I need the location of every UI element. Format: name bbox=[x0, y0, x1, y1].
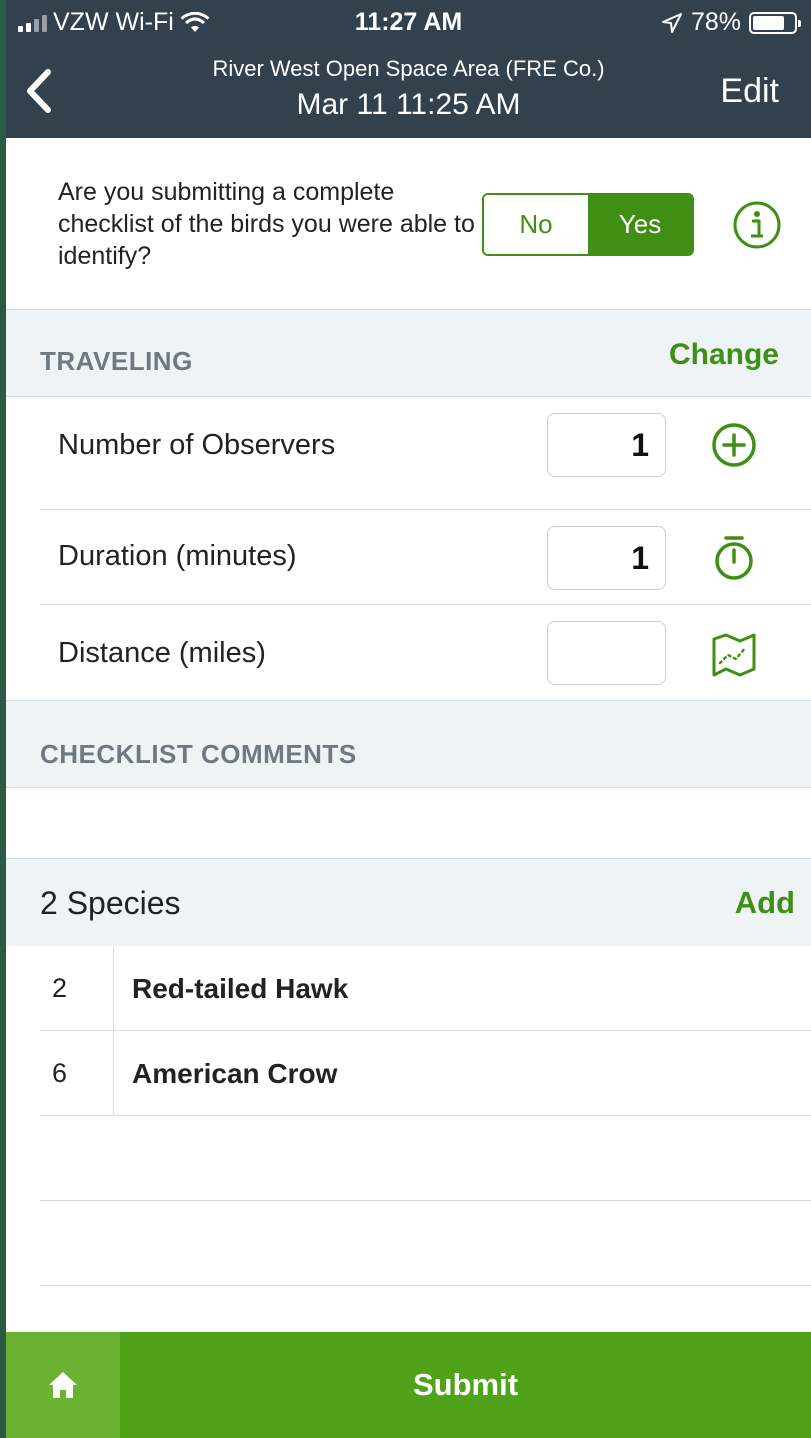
battery-percent: 78% bbox=[690, 8, 741, 36]
comments-section-header: CHECKLIST COMMENTS bbox=[6, 700, 811, 788]
change-protocol-button[interactable]: Change bbox=[669, 338, 779, 372]
battery-icon bbox=[749, 11, 801, 34]
app-screen: VZW Wi-Fi 11:27 AM 78% River West Open S… bbox=[6, 0, 811, 1438]
distance-label: Distance (miles) bbox=[58, 637, 266, 669]
observers-label: Number of Observers bbox=[58, 429, 336, 461]
checklist-date: Mar 11 11:25 AM bbox=[296, 88, 521, 121]
species-count-cell[interactable]: 6 bbox=[6, 1031, 114, 1116]
complete-checklist-question: Are you submitting a complete checklist … bbox=[58, 178, 475, 270]
species-count: 2 Species bbox=[40, 885, 181, 921]
duration-input[interactable]: 1 bbox=[547, 526, 666, 590]
species-section-header: 2 Species Add bbox=[6, 858, 811, 946]
navigation-bar: VZW Wi-Fi 11:27 AM 78% River West Open S… bbox=[6, 0, 811, 138]
protocol-section-header: TRAVELING Change bbox=[6, 310, 811, 397]
stopwatch-icon[interactable] bbox=[708, 532, 760, 584]
comments-title: CHECKLIST COMMENTS bbox=[40, 739, 357, 769]
duration-label: Duration (minutes) bbox=[58, 540, 297, 572]
location-title: River West Open Space Area (FRE Co.) bbox=[212, 56, 605, 81]
edit-button[interactable]: Edit bbox=[720, 72, 779, 111]
protocol-title: TRAVELING bbox=[40, 346, 193, 376]
species-name: Red-tailed Hawk bbox=[132, 973, 349, 1004]
info-circle-icon[interactable] bbox=[732, 200, 782, 250]
row-divider bbox=[40, 1285, 811, 1286]
toggle-no-option[interactable]: No bbox=[484, 195, 588, 254]
row-divider bbox=[40, 1115, 811, 1116]
status-bar: VZW Wi-Fi 11:27 AM 78% bbox=[6, 0, 811, 46]
species-row[interactable]: 2 Red-tailed Hawk bbox=[6, 946, 811, 1031]
distance-input[interactable] bbox=[547, 621, 666, 685]
toggle-yes-option[interactable]: Yes bbox=[588, 195, 692, 254]
status-right: 78% bbox=[661, 8, 801, 37]
species-row[interactable]: 6 American Crow bbox=[6, 1031, 811, 1116]
distance-row: Distance (miles) bbox=[40, 605, 811, 700]
observers-input[interactable]: 1 bbox=[547, 413, 666, 477]
submit-button[interactable]: Submit bbox=[120, 1332, 811, 1438]
battery-fill bbox=[753, 15, 785, 30]
map-track-icon[interactable] bbox=[708, 629, 760, 681]
complete-checklist-row: Are you submitting a complete checklist … bbox=[6, 138, 811, 310]
complete-checklist-toggle[interactable]: No Yes bbox=[482, 193, 694, 256]
comments-field[interactable] bbox=[6, 788, 811, 858]
species-count-cell[interactable]: 2 bbox=[6, 946, 114, 1031]
row-divider bbox=[40, 1200, 811, 1201]
home-icon bbox=[49, 1372, 77, 1398]
home-button[interactable] bbox=[6, 1332, 120, 1438]
location-arrow-icon bbox=[661, 12, 682, 33]
plus-circle-icon[interactable] bbox=[708, 419, 760, 471]
observers-row: Number of Observers 1 bbox=[40, 397, 811, 510]
duration-row: Duration (minutes) 1 bbox=[40, 510, 811, 605]
add-species-button[interactable]: Add bbox=[735, 885, 795, 921]
species-name: American Crow bbox=[132, 1058, 338, 1089]
